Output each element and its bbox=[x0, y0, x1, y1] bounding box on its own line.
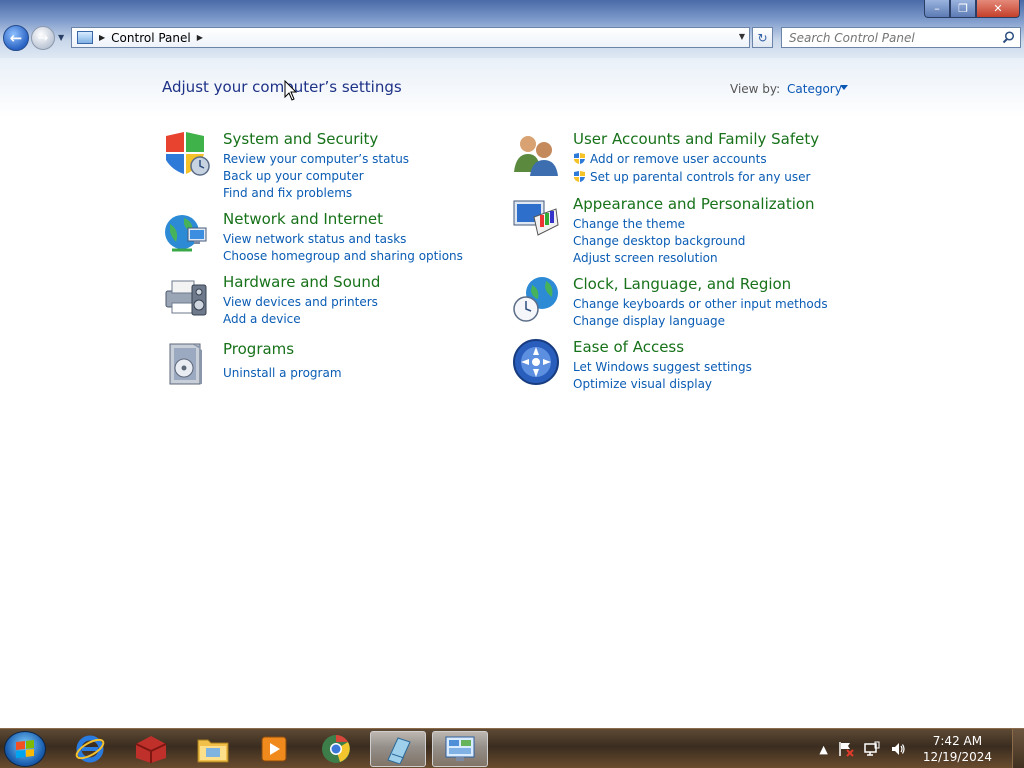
show-desktop-button[interactable] bbox=[1012, 729, 1024, 768]
notepad-icon bbox=[387, 737, 411, 764]
control-panel-content: Adjust your computer’s settings View by:… bbox=[0, 58, 1024, 728]
category-title[interactable]: Programs bbox=[223, 340, 294, 358]
link-label[interactable]: Add or remove user accounts bbox=[590, 152, 767, 166]
link-label[interactable]: Set up parental controls for any user bbox=[590, 170, 810, 184]
taskbar-control-panel[interactable] bbox=[432, 731, 488, 767]
address-bar[interactable]: ▶ Control Panel ▶ ▼ bbox=[71, 27, 750, 48]
show-hidden-icons-icon[interactable]: ▲ bbox=[819, 743, 827, 756]
taskbar: ▲ 7:42 AM 12/19/2024 bbox=[0, 728, 1024, 768]
minimize-button[interactable]: – bbox=[924, 0, 950, 18]
printer-speaker-icon[interactable] bbox=[162, 273, 210, 321]
ease-of-access-icon[interactable] bbox=[512, 338, 560, 386]
recent-pages-button[interactable]: ▼ bbox=[58, 33, 64, 42]
refresh-button[interactable]: ↻ bbox=[752, 27, 773, 48]
maximize-button[interactable]: ❐ bbox=[950, 0, 976, 18]
forward-button[interactable]: → bbox=[31, 26, 55, 50]
link-display-language[interactable]: Change display language bbox=[573, 312, 828, 329]
search-input[interactable] bbox=[782, 30, 992, 45]
window-titlebar: – ❐ ✕ ← → ▼ ▶ Control Panel ▶ ▼ ↻ bbox=[0, 0, 1024, 58]
windows-logo-icon bbox=[16, 740, 34, 758]
search-icon[interactable] bbox=[1002, 31, 1015, 44]
taskbar-chrome[interactable] bbox=[308, 731, 364, 767]
link-backup[interactable]: Back up your computer bbox=[223, 167, 409, 184]
taskbar-media-player[interactable] bbox=[246, 731, 302, 767]
category-title[interactable]: Network and Internet bbox=[223, 210, 383, 228]
mouse-cursor-icon bbox=[284, 80, 298, 101]
uac-shield-icon bbox=[574, 153, 585, 164]
link-add-remove-accounts[interactable]: Add or remove user accounts bbox=[573, 150, 810, 167]
network-globe-icon[interactable] bbox=[162, 210, 210, 258]
link-devices-printers[interactable]: View devices and printers bbox=[223, 293, 378, 310]
breadcrumb-control-panel[interactable]: Control Panel bbox=[111, 31, 191, 45]
link-uninstall-program[interactable]: Uninstall a program bbox=[223, 364, 342, 381]
category-title[interactable]: Appearance and Personalization bbox=[573, 195, 815, 213]
globe-clock-icon[interactable] bbox=[512, 275, 560, 323]
category-title[interactable]: User Accounts and Family Safety bbox=[573, 130, 819, 148]
shield-icon[interactable] bbox=[162, 130, 210, 178]
close-button[interactable]: ✕ bbox=[976, 0, 1020, 18]
control-panel-icon bbox=[77, 31, 93, 44]
link-review-status[interactable]: Review your computer’s status bbox=[223, 150, 409, 167]
monitor-palette-icon[interactable] bbox=[512, 195, 560, 243]
media-player-icon bbox=[261, 736, 287, 762]
view-by-label: View by: bbox=[730, 82, 781, 96]
refresh-icon: ↻ bbox=[757, 30, 768, 45]
link-desktop-background[interactable]: Change desktop background bbox=[573, 232, 745, 249]
chrome-icon bbox=[322, 735, 350, 763]
link-change-theme[interactable]: Change the theme bbox=[573, 215, 745, 232]
category-title[interactable]: Clock, Language, and Region bbox=[573, 275, 791, 293]
chevron-down-icon: ▼ bbox=[58, 33, 65, 42]
page-title: Adjust your computer’s settings bbox=[162, 78, 402, 96]
dropdown-arrow-icon[interactable] bbox=[840, 85, 848, 90]
link-optimize-display[interactable]: Optimize visual display bbox=[573, 375, 752, 392]
start-button[interactable] bbox=[4, 731, 46, 767]
category-title[interactable]: System and Security bbox=[223, 130, 378, 148]
control-panel-icon bbox=[445, 736, 475, 761]
link-keyboards-input[interactable]: Change keyboards or other input methods bbox=[573, 295, 828, 312]
address-dropdown-icon[interactable]: ▼ bbox=[739, 32, 745, 41]
link-screen-resolution[interactable]: Adjust screen resolution bbox=[573, 249, 745, 266]
system-clock[interactable]: 7:42 AM 12/19/2024 bbox=[923, 733, 992, 765]
action-center-flag-icon[interactable] bbox=[838, 741, 854, 757]
system-tray: ▲ 7:42 AM 12/19/2024 bbox=[814, 729, 1024, 768]
window-controls: – ❐ ✕ bbox=[924, 0, 1020, 18]
breadcrumb-separator-icon[interactable]: ▶ bbox=[99, 33, 105, 42]
back-button[interactable]: ← bbox=[3, 25, 29, 51]
taskbar-notepad[interactable] bbox=[370, 731, 426, 767]
volume-icon[interactable] bbox=[890, 741, 906, 757]
breadcrumb-separator-icon[interactable]: ▶ bbox=[197, 33, 203, 42]
category-title[interactable]: Hardware and Sound bbox=[223, 273, 380, 291]
internet-explorer-icon bbox=[75, 735, 105, 763]
link-find-fix-problems[interactable]: Find and fix problems bbox=[223, 184, 409, 201]
uac-shield-icon bbox=[574, 171, 585, 182]
network-icon[interactable] bbox=[864, 741, 880, 757]
clock-time: 7:42 AM bbox=[932, 734, 983, 748]
search-box[interactable] bbox=[781, 27, 1021, 48]
link-add-device[interactable]: Add a device bbox=[223, 310, 378, 327]
programs-box-icon[interactable] bbox=[162, 340, 210, 388]
category-title[interactable]: Ease of Access bbox=[573, 338, 684, 356]
clock-date: 12/19/2024 bbox=[922, 750, 992, 764]
taskbar-file-explorer[interactable] bbox=[185, 731, 241, 767]
link-homegroup[interactable]: Choose homegroup and sharing options bbox=[223, 247, 463, 264]
link-windows-suggest[interactable]: Let Windows suggest settings bbox=[573, 358, 752, 375]
taskbar-internet-explorer[interactable] bbox=[62, 731, 118, 767]
winrar-icon bbox=[135, 736, 167, 763]
arrow-right-icon: → bbox=[37, 30, 49, 46]
link-network-status[interactable]: View network status and tasks bbox=[223, 230, 463, 247]
link-parental-controls[interactable]: Set up parental controls for any user bbox=[573, 168, 810, 185]
arrow-left-icon: ← bbox=[9, 29, 23, 47]
file-explorer-icon bbox=[197, 739, 229, 763]
taskbar-winrar[interactable] bbox=[123, 731, 179, 767]
view-by-dropdown[interactable]: Category bbox=[787, 82, 842, 96]
users-icon[interactable] bbox=[512, 130, 560, 178]
